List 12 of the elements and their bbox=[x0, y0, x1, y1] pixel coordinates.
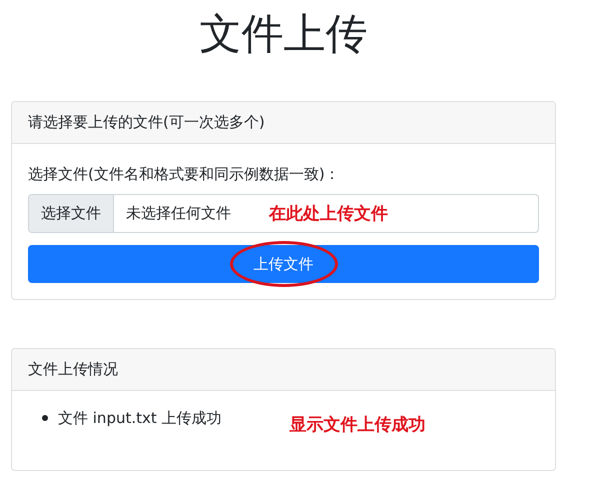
bullet-icon bbox=[42, 415, 48, 421]
upload-button[interactable]: 上传文件 bbox=[28, 245, 539, 283]
card-title: 文件上传情况 bbox=[28, 360, 118, 379]
field-label: 选择文件(文件名和格式要和同示例数据一致)： bbox=[28, 164, 340, 184]
annotation-text: 在此处上传文件 bbox=[269, 203, 388, 225]
choose-file-button[interactable]: 选择文件 bbox=[29, 195, 114, 232]
annotation-text: 显示文件上传成功 bbox=[290, 414, 426, 436]
result-item: 文件 input.txt 上传成功 bbox=[58, 408, 222, 429]
card-title: 请选择要上传的文件(可一次选多个) bbox=[28, 113, 265, 132]
page-title: 文件上传 bbox=[200, 8, 368, 60]
file-status-text: 未选择任何文件 bbox=[126, 204, 231, 223]
file-input-field[interactable]: 选择文件 未选择任何文件 在此处上传文件 bbox=[28, 194, 539, 233]
